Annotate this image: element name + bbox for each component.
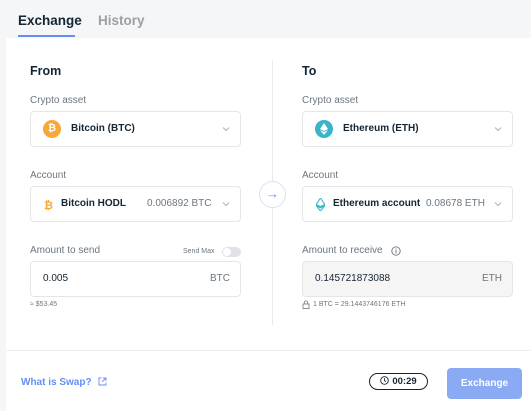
chevron-down-icon [222,202,230,207]
to-account-balance: 0.08678 ETH [426,198,485,209]
from-account-balance: 0.006892 BTC [147,198,212,209]
tab-exchange[interactable]: Exchange [18,13,82,28]
from-title: From [30,64,62,78]
ethereum-icon [315,120,333,138]
amount-receive-label: Amount to receive [302,245,383,256]
bitcoin-small-icon: ₿ [44,199,53,211]
from-account-name: Bitcoin HODL [61,198,126,209]
info-icon[interactable] [391,246,401,256]
exchange-button[interactable]: Exchange [447,368,522,399]
arrow-right-icon: → [266,186,279,201]
countdown-timer: 00:29 [369,373,428,390]
chevron-down-icon [222,127,230,132]
exchange-rate: 1 BTC = 29.1443746176 ETH [313,301,406,308]
chevron-down-icon [494,127,502,132]
from-crypto-value: Bitcoin (BTC) [71,123,135,134]
send-max-toggle[interactable] [222,247,241,257]
footer-divider [6,350,531,351]
amount-send-unit: BTC [210,273,230,284]
amount-receive-field: 0.145721873088 ETH [302,261,513,297]
from-crypto-label: Crypto asset [30,95,87,106]
amount-receive-value: 0.145721873088 [315,273,391,284]
to-account-label: Account [302,170,339,181]
to-account-select[interactable]: Ethereum account 0.08678 ETH [302,186,513,222]
lock-icon [302,300,310,309]
to-account-name: Ethereum account [333,198,421,209]
timer-value: 00:29 [392,376,417,387]
ethereum-small-icon [316,198,325,211]
exchange-card: From Crypto asset ₿ Bitcoin (BTC) Accoun… [6,38,531,411]
swap-direction-button[interactable]: → [259,181,286,208]
to-crypto-value: Ethereum (ETH) [343,123,419,134]
amount-send-value: 0.005 [43,273,69,284]
what-is-swap-label: What is Swap? [21,377,92,388]
what-is-swap-link[interactable]: What is Swap? [21,377,107,388]
from-account-label: Account [30,170,67,181]
svg-text:₿: ₿ [44,199,53,211]
to-crypto-select[interactable]: Ethereum (ETH) [302,111,513,147]
chevron-down-icon [494,202,502,207]
external-link-icon [98,377,107,386]
fiat-value: ≈ $53.45 [30,301,58,308]
from-crypto-select[interactable]: ₿ Bitcoin (BTC) [30,111,241,147]
amount-send-input[interactable]: 0.005 BTC [30,261,241,297]
bitcoin-icon: ₿ [43,120,61,138]
to-crypto-label: Crypto asset [302,95,359,106]
tab-bar: Exchange History [0,0,531,38]
clock-icon [380,376,390,385]
amount-send-label: Amount to send [30,245,101,256]
tab-history[interactable]: History [98,13,145,28]
amount-receive-unit: ETH [482,273,502,284]
from-account-select[interactable]: ₿ Bitcoin HODL 0.006892 BTC [30,186,241,222]
to-title: To [302,64,317,78]
send-max-label: Send Max [183,248,215,255]
active-tab-indicator [18,35,75,37]
